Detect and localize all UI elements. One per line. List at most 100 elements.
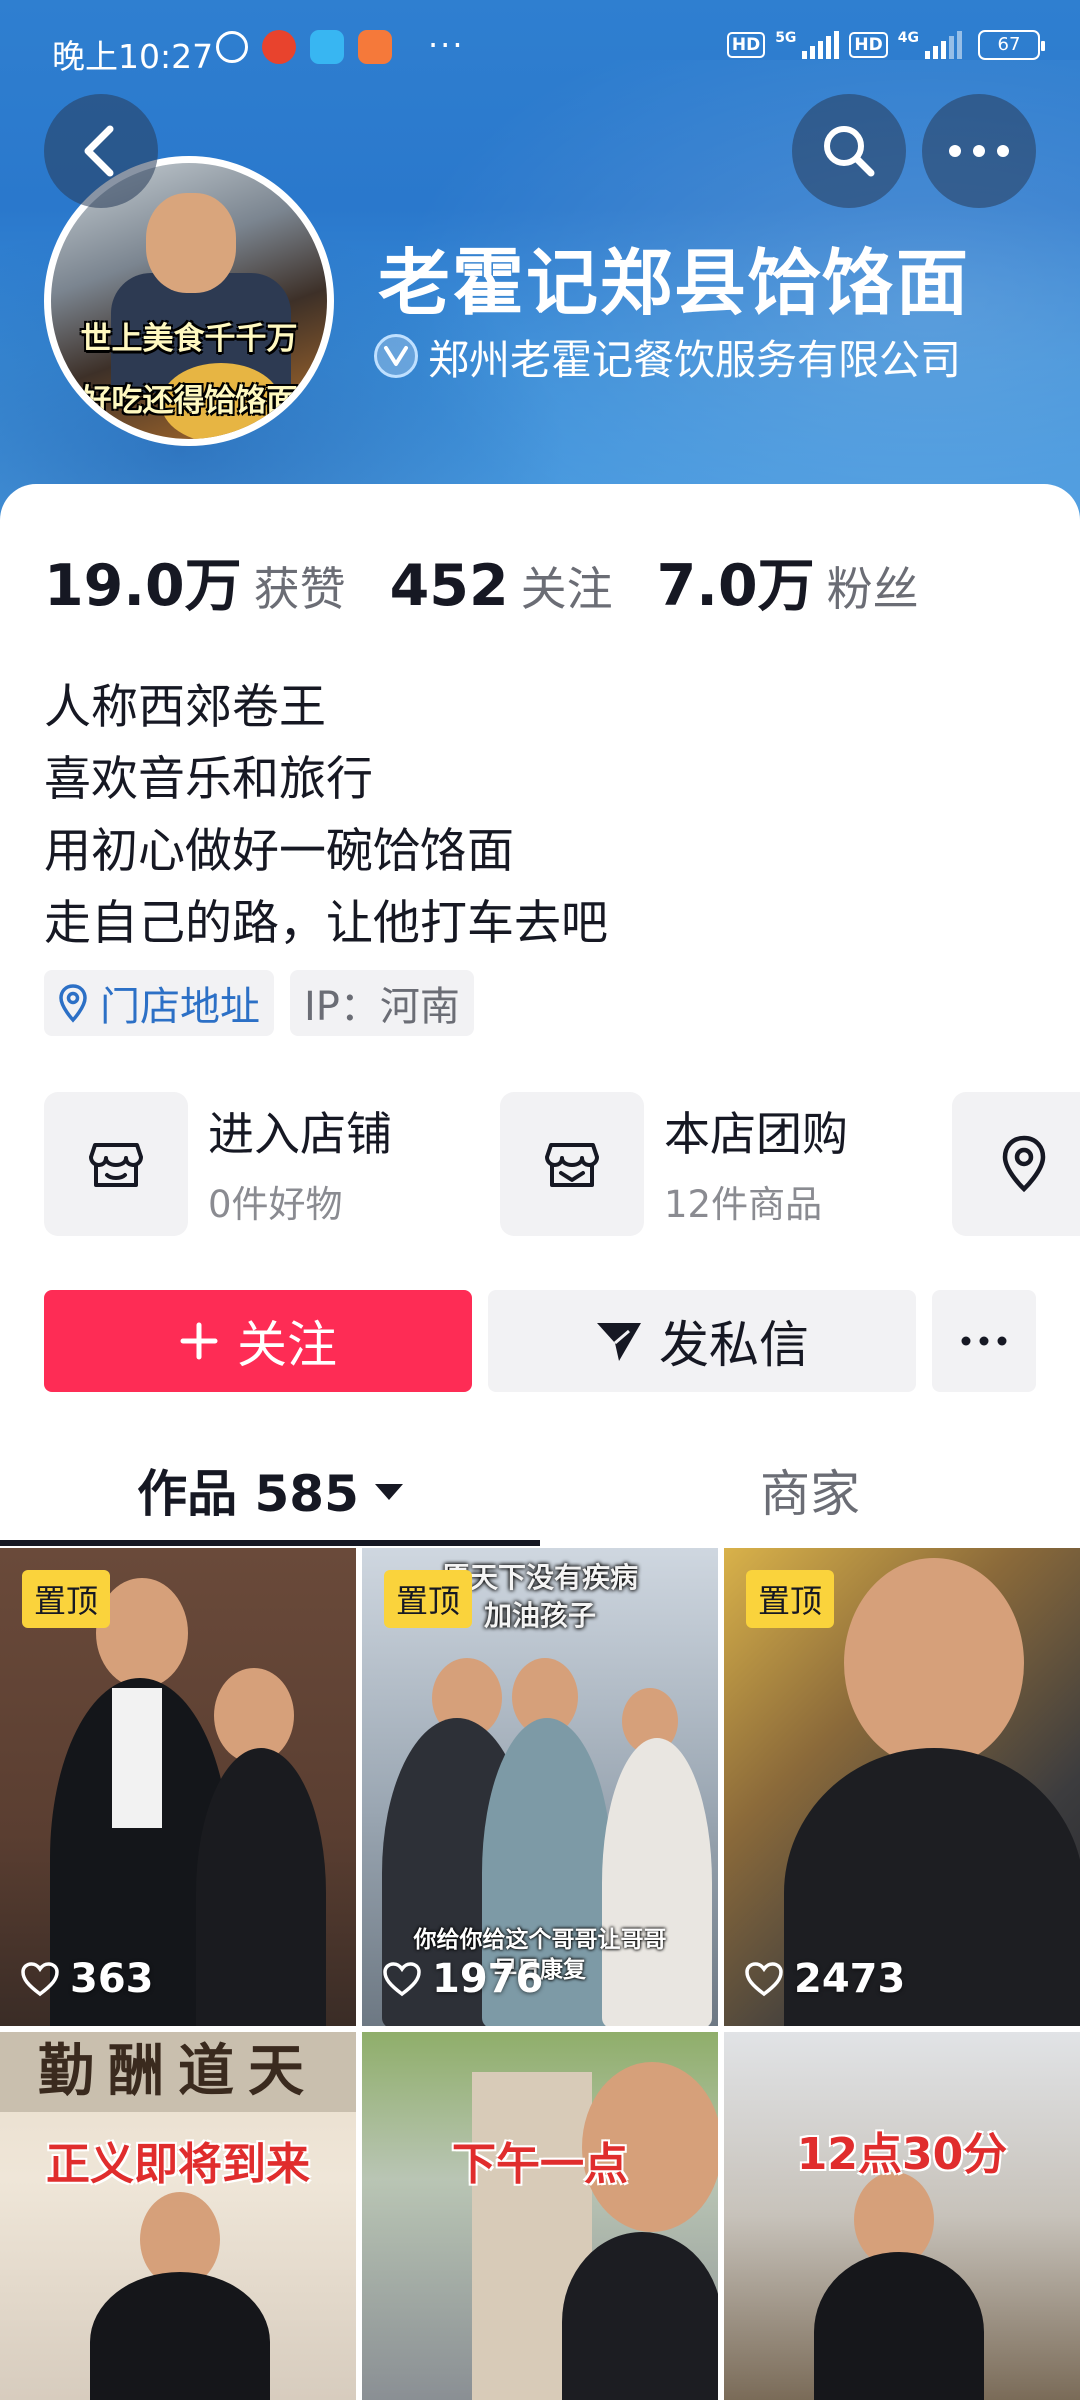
like-count-value: 363 bbox=[70, 1956, 154, 2002]
video-sign-text: 勤酬道天 bbox=[0, 2032, 356, 2112]
person-figure bbox=[814, 2252, 984, 2400]
video-grid: 置顶 363 愿天下没有疾病 加油孩子 你给你给这个哥哥让哥哥 早日康复 置顶 … bbox=[0, 1548, 1080, 2400]
pinned-badge: 置顶 bbox=[746, 1570, 835, 1628]
avatar-face bbox=[146, 193, 236, 293]
profile-tags: 门店地址 IP：河南 bbox=[44, 970, 474, 1036]
like-count: 1976 bbox=[382, 1956, 543, 2002]
more-options-button[interactable] bbox=[922, 94, 1036, 208]
map-pin-icon bbox=[1002, 1135, 1046, 1193]
app-notification-icon bbox=[310, 30, 344, 64]
caret-down-icon bbox=[374, 1484, 403, 1500]
person-figure bbox=[196, 1748, 326, 2026]
send-message-label: 发私信 bbox=[659, 1316, 809, 1374]
pinned-badge: 置顶 bbox=[384, 1570, 473, 1628]
like-count: 363 bbox=[20, 1956, 154, 2002]
like-count-value: 1976 bbox=[432, 1956, 544, 2002]
video-thumbnail[interactable]: 勤酬道天 正义即将到来 bbox=[0, 2032, 356, 2400]
bio-line: 走自己的路，让他打车去吧 bbox=[44, 896, 608, 951]
bio-line: 喜欢音乐和旅行 bbox=[44, 752, 373, 807]
location-pin-icon bbox=[59, 984, 87, 1023]
video-thumbnail[interactable]: 置顶 363 bbox=[0, 1548, 356, 2026]
app-notification-icon bbox=[262, 30, 296, 64]
follow-button[interactable]: 关注 bbox=[44, 1290, 472, 1392]
store-address-tag[interactable]: 门店地址 bbox=[44, 970, 274, 1036]
tab-merchant[interactable]: 商家 bbox=[540, 1440, 1080, 1540]
heart-icon bbox=[745, 1962, 783, 1997]
tab-indicator bbox=[0, 1540, 540, 1546]
chevron-left-icon bbox=[84, 125, 114, 177]
battery-icon: 67 bbox=[978, 30, 1045, 60]
likes-count: 19.0万 bbox=[44, 553, 242, 619]
profile-bio: 人称西郊卷王 喜欢音乐和旅行 用初心做好一碗饸饹面 走自己的路，让他打车去吧 bbox=[44, 672, 608, 960]
group-buy-subtitle: 12件商品 bbox=[664, 1183, 823, 1226]
network-type: 4G bbox=[897, 30, 919, 46]
verified-badge-icon bbox=[374, 334, 418, 378]
tab-works-label: 作品 585 bbox=[137, 1465, 359, 1523]
enter-store-title[interactable]: 进入店铺 bbox=[208, 1098, 392, 1164]
more-actions-button[interactable] bbox=[932, 1290, 1036, 1392]
followers-label[interactable]: 粉丝 bbox=[827, 553, 919, 619]
video-overlay-title: 下午一点 bbox=[452, 2139, 628, 2190]
follow-label: 关注 bbox=[237, 1316, 337, 1374]
store-icon bbox=[89, 1143, 143, 1187]
tab-works[interactable]: 作品 585 bbox=[0, 1440, 540, 1540]
network-type: 5G bbox=[775, 30, 797, 46]
ip-location-tag: IP：河南 bbox=[290, 970, 474, 1036]
alarm-icon bbox=[216, 31, 248, 63]
signal-icon bbox=[925, 31, 962, 59]
avatar-caption: 世上美食千千万 bbox=[80, 321, 298, 357]
signal-icon bbox=[802, 31, 840, 59]
send-message-button[interactable]: 发私信 bbox=[488, 1290, 916, 1392]
video-caption: 你给你给这个哥哥让哥哥 bbox=[413, 1927, 667, 1953]
video-thumbnail[interactable]: 下午一点 bbox=[362, 2032, 718, 2400]
bio-line: 用初心做好一碗饸饹面 bbox=[44, 824, 514, 879]
hd-badge: HD bbox=[849, 32, 888, 58]
more-notifications-icon: ··· bbox=[428, 26, 465, 64]
person-head bbox=[844, 1558, 1024, 1768]
avatar-caption: 好吃还得饸饹面 bbox=[80, 383, 298, 419]
ip-location-label: IP：河南 bbox=[304, 984, 460, 1030]
store-address-label: 门店地址 bbox=[100, 984, 260, 1030]
bio-line: 人称西郊卷王 bbox=[44, 680, 326, 735]
verified-org-name: 郑州老霍记餐饮服务有限公司 bbox=[428, 336, 961, 384]
profile-actions: 关注 发私信 bbox=[44, 1290, 1036, 1392]
enter-store-entry[interactable] bbox=[44, 1092, 188, 1236]
back-button[interactable] bbox=[44, 94, 158, 208]
content-tabs: 作品 585 商家 bbox=[0, 1440, 1080, 1546]
following-label[interactable]: 关注 bbox=[521, 553, 613, 619]
profile-stats: 19.0万 获赞 452 关注 7.0万 粉丝 bbox=[44, 540, 963, 622]
tab-merchant-label: 商家 bbox=[760, 1465, 860, 1523]
shop-entries: 进入店铺 0件好物 本店团购 12件商品 bbox=[44, 1092, 1080, 1236]
search-button[interactable] bbox=[792, 94, 906, 208]
system-indicators: HD 5G HD 4G 67 bbox=[726, 30, 1045, 60]
plus-icon bbox=[180, 1322, 218, 1360]
followers-count[interactable]: 7.0万 bbox=[657, 540, 815, 622]
more-dots-icon bbox=[949, 145, 1009, 157]
group-buy-entry[interactable] bbox=[500, 1092, 644, 1236]
search-icon bbox=[824, 126, 875, 177]
video-overlay-title: 正义即将到来 bbox=[46, 2139, 310, 2190]
enter-store-subtitle: 0件好物 bbox=[208, 1183, 343, 1226]
likes-label: 获赞 bbox=[253, 562, 346, 616]
store-location-entry[interactable] bbox=[952, 1092, 1080, 1236]
like-count: 2473 bbox=[744, 1956, 905, 2002]
video-overlay-title: 12点30分 bbox=[796, 2129, 1008, 2180]
status-time: 晚上10:27 bbox=[52, 37, 214, 76]
following-count[interactable]: 452 bbox=[390, 553, 509, 619]
notification-icons bbox=[216, 30, 392, 64]
video-thumbnail[interactable]: 愿天下没有疾病 加油孩子 你给你给这个哥哥让哥哥 早日康复 置顶 1976 bbox=[362, 1548, 718, 2026]
hd-badge: HD bbox=[726, 32, 766, 58]
shirt bbox=[112, 1688, 162, 1828]
video-thumbnail[interactable]: 置顶 2473 bbox=[724, 1548, 1080, 2026]
video-thumbnail[interactable]: 12点30分 bbox=[724, 2032, 1080, 2400]
pinned-badge: 置顶 bbox=[22, 1570, 111, 1628]
person-figure bbox=[562, 2232, 718, 2400]
person-figure bbox=[90, 2272, 270, 2400]
shop-basket-icon bbox=[545, 1143, 599, 1187]
app-notification-icon bbox=[358, 30, 392, 64]
profile-name: 老霍记郑县饸饹面 bbox=[378, 241, 971, 325]
heart-icon bbox=[383, 1962, 421, 1997]
send-icon bbox=[597, 1323, 641, 1361]
more-dots-icon bbox=[961, 1336, 1007, 1346]
group-buy-title[interactable]: 本店团购 bbox=[664, 1098, 848, 1164]
